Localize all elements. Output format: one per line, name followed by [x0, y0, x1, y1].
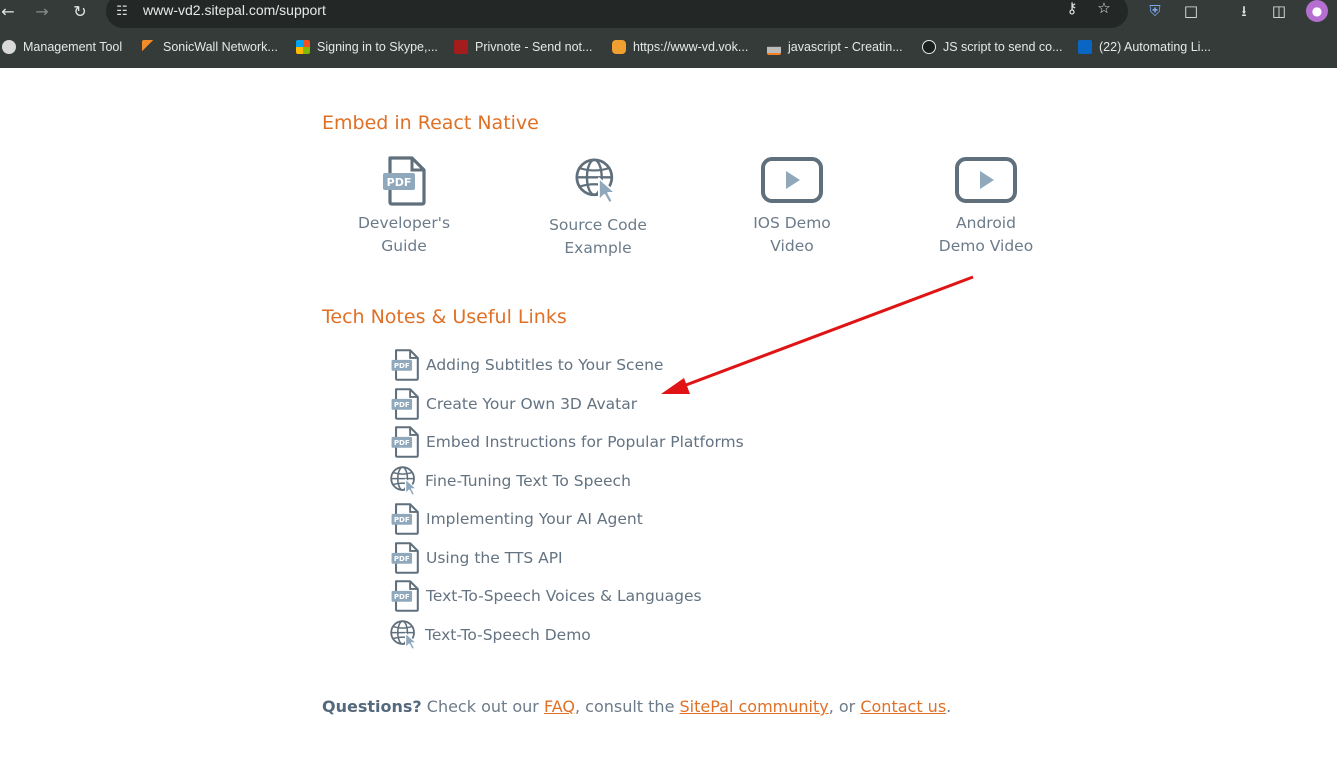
bookmark-star-icon[interactable]: ☆ — [1094, 0, 1114, 18]
faq-link[interactable]: FAQ — [544, 697, 575, 716]
footer-text: , or — [828, 697, 861, 716]
tech-link-fine-tuning-tts[interactable]: Fine-Tuning Text To Speech — [390, 465, 631, 497]
tech-link-using-tts-api[interactable]: Using the TTS API — [390, 542, 563, 574]
section-title-embed: Embed in React Native — [322, 112, 539, 134]
tech-link-label: Using the TTS API — [426, 549, 563, 567]
bookmark-label: (22) Automating Li... — [1099, 40, 1211, 54]
pdf-icon — [390, 580, 420, 612]
stackoverflow-icon — [767, 39, 781, 55]
tech-link-label: Create Your Own 3D Avatar — [426, 395, 638, 413]
embed-item-label: Developer's Guide — [357, 214, 451, 255]
embed-item-label: Android Demo Video — [938, 214, 1034, 255]
section-title-tech-notes: Tech Notes & Useful Links — [322, 306, 567, 328]
address-bar[interactable]: ☷ www-vd2.sitepal.com/support ⚷ ☆ — [106, 0, 1128, 28]
chat-icon — [612, 40, 626, 54]
bookmark-item[interactable]: (22) Automating Li... — [1078, 38, 1211, 56]
globe-cursor-icon — [390, 619, 420, 651]
pdf-icon — [390, 388, 420, 420]
footer-text: Check out our — [421, 697, 544, 716]
pdf-icon — [390, 426, 420, 458]
github-icon — [922, 40, 936, 54]
extensions-puzzle-icon[interactable]: □ — [1180, 0, 1202, 22]
tech-link-label: Fine-Tuning Text To Speech — [425, 472, 631, 490]
site-info-icon[interactable]: ☷ — [114, 4, 130, 20]
bookmark-item[interactable]: JS script to send co... — [922, 38, 1063, 56]
tech-link-label: Embed Instructions for Popular Platforms — [426, 433, 744, 451]
embed-item-label: Source Code Example — [549, 216, 647, 257]
privnote-icon — [454, 40, 468, 54]
footer-text: , consult the — [574, 697, 680, 716]
contact-us-link[interactable]: Contact us — [860, 697, 946, 716]
tech-link-embed-instructions[interactable]: Embed Instructions for Popular Platforms — [390, 426, 744, 458]
tech-link-label: Implementing Your AI Agent — [426, 510, 643, 528]
bookmark-label: SonicWall Network... — [163, 40, 278, 54]
ios-demo-video-link[interactable]: IOS Demo Video — [722, 156, 862, 258]
reload-icon[interactable]: ↻ — [68, 0, 92, 22]
bookmark-label: Signing in to Skype,... — [317, 40, 438, 54]
bookmark-label: https://www-vd.vok... — [633, 40, 749, 54]
bitwarden-shield-icon[interactable]: ⛨ — [1144, 0, 1166, 22]
tech-link-label: Text-To-Speech Voices & Languages — [426, 587, 702, 605]
pdf-icon — [390, 542, 420, 574]
footer-text: . — [946, 697, 952, 716]
tech-link-implementing-ai-agent[interactable]: Implementing Your AI Agent — [390, 503, 643, 535]
browser-toolbar: ← → ↻ ☷ www-vd2.sitepal.com/support ⚷ ☆ … — [0, 0, 1337, 30]
questions-label: Questions? — [322, 697, 422, 716]
pdf-icon — [390, 349, 420, 381]
tech-link-tts-voices-languages[interactable]: Text-To-Speech Voices & Languages — [390, 580, 702, 612]
developers-guide-link[interactable]: Developer's Guide — [334, 156, 474, 258]
bookmark-label: javascript - Creatin... — [788, 40, 903, 54]
video-play-icon — [760, 156, 824, 206]
tech-link-label: Adding Subtitles to Your Scene — [426, 356, 664, 374]
profile-avatar[interactable]: ● — [1306, 0, 1328, 22]
tech-link-adding-subtitles[interactable]: Adding Subtitles to Your Scene — [390, 349, 663, 381]
bookmarks-bar: Management Tool SonicWall Network... Sig… — [0, 30, 1337, 68]
bookmark-item[interactable]: Signing in to Skype,... — [296, 38, 438, 56]
source-code-example-link[interactable]: Source Code Example — [528, 156, 668, 260]
android-demo-video-link[interactable]: Android Demo Video — [916, 156, 1056, 258]
sonicwall-icon — [142, 40, 156, 54]
annotation-arrow — [661, 275, 974, 394]
pdf-icon — [382, 156, 426, 206]
back-arrow-icon[interactable]: ← — [0, 0, 20, 22]
bookmark-item[interactable]: https://www-vd.vok... — [612, 38, 748, 56]
tech-link-create-3d-avatar[interactable]: Create Your Own 3D Avatar — [390, 388, 637, 420]
bookmark-label: Management Tool — [23, 40, 123, 54]
embed-item-label: IOS Demo Video — [753, 214, 831, 255]
sitepal-community-link[interactable]: SitePal community — [680, 697, 829, 716]
forward-arrow-icon[interactable]: → — [30, 0, 54, 22]
url-text[interactable]: www-vd2.sitepal.com/support — [143, 2, 326, 18]
pdf-icon — [390, 503, 420, 535]
globe-cursor-icon — [390, 465, 420, 497]
bookmark-item[interactable]: Privnote - Send not... — [454, 38, 592, 56]
video-play-icon — [954, 156, 1018, 206]
bookmark-item[interactable]: Management Tool — [2, 38, 122, 56]
questions-footer: Questions? Check out our FAQ, consult th… — [322, 697, 951, 716]
side-panel-icon[interactable]: ◫ — [1268, 0, 1290, 22]
password-key-icon[interactable]: ⚷ — [1062, 0, 1082, 18]
microsoft-icon — [296, 40, 310, 54]
bookmark-item[interactable]: SonicWall Network... — [142, 38, 278, 56]
linkedin-icon — [1078, 40, 1092, 54]
bookmark-label: Privnote - Send not... — [475, 40, 593, 54]
tech-link-label: Text-To-Speech Demo — [425, 626, 591, 644]
globe-cursor-icon — [575, 156, 621, 206]
globe-icon — [2, 40, 16, 54]
download-icon[interactable]: ⭳ — [1233, 0, 1255, 22]
bookmark-label: JS script to send co... — [943, 40, 1063, 54]
bookmark-item[interactable]: javascript - Creatin... — [767, 38, 903, 56]
tech-link-tts-demo[interactable]: Text-To-Speech Demo — [390, 619, 591, 651]
